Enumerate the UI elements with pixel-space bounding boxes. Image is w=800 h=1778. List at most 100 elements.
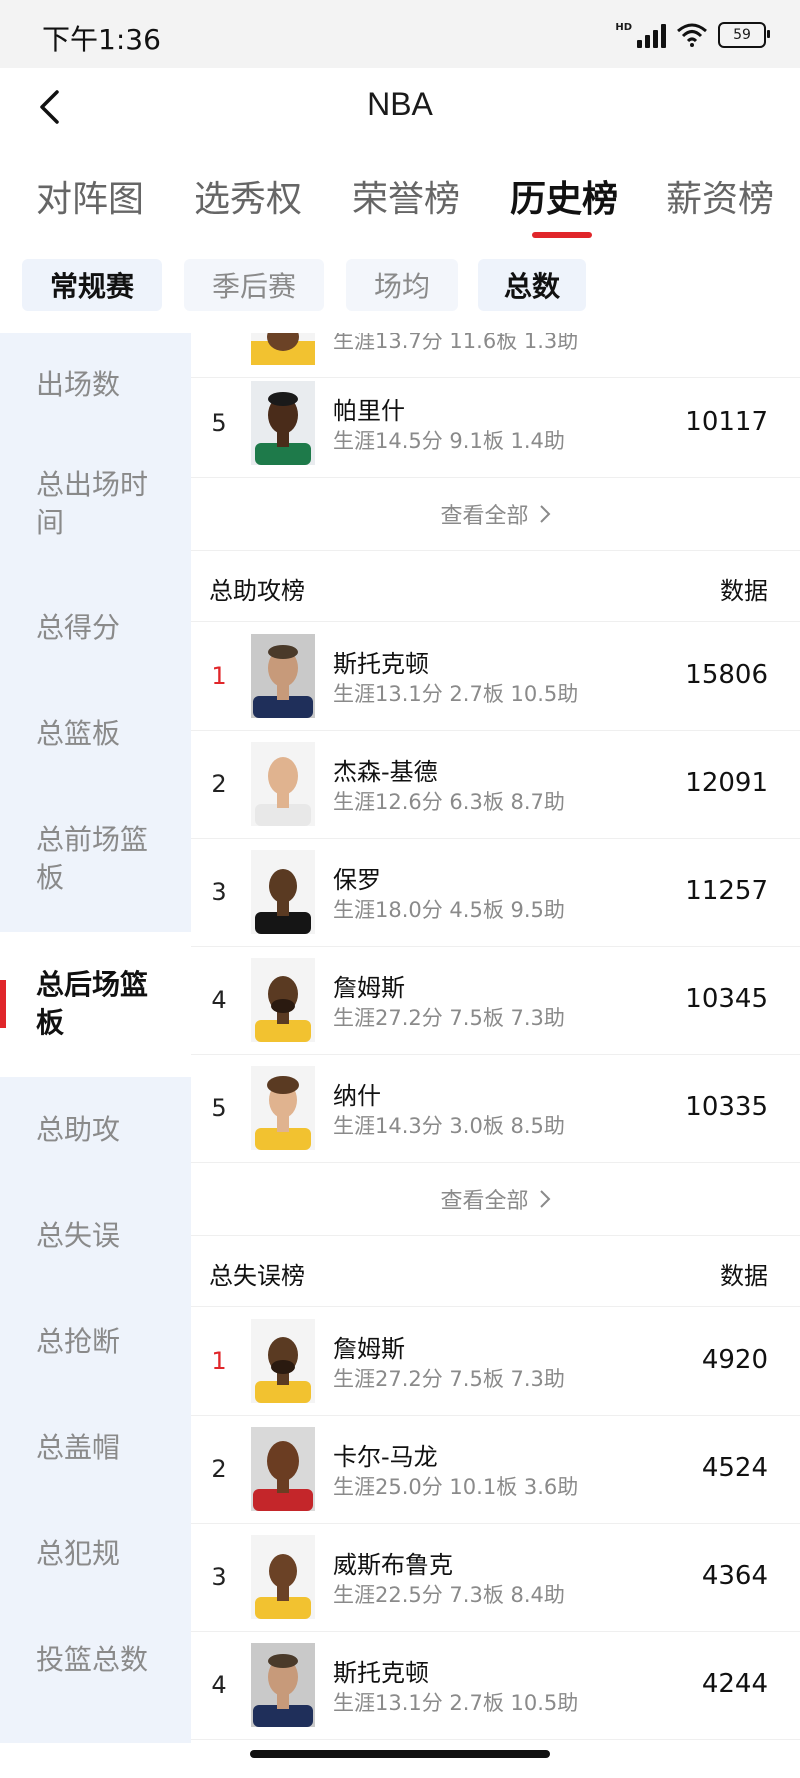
player-career-stats: 生涯22.5分 7.3板 8.4助 (333, 1583, 565, 1607)
player-career-stats: 生涯14.5分 9.1板 1.4助 (333, 429, 565, 453)
sidebar-item-total-fouls[interactable]: 总犯规 (0, 1501, 191, 1607)
home-indicator[interactable] (250, 1750, 550, 1758)
chevron-right-icon (539, 1190, 550, 1208)
table-row[interactable]: 5 帕里什 生涯14.5分 9.1板 1.4助 10117 (191, 369, 800, 478)
player-stat-value: 15806 (685, 660, 768, 690)
battery-icon: 59 (718, 22, 770, 48)
player-avatar (251, 1535, 315, 1619)
sidebar-item-total-blocks[interactable]: 总盖帽 (0, 1395, 191, 1501)
table-row[interactable]: 4 斯托克顿 生涯13.1分 2.7板 10.5助 4244 (191, 1631, 800, 1740)
battery-level: 59 (733, 27, 751, 43)
sidebar-item-label: 总得分 (36, 611, 121, 644)
table-row[interactable]: 1 詹姆斯 生涯27.2分 7.5板 7.3助 4920 (191, 1307, 800, 1416)
player-rank: 4 (211, 986, 227, 1014)
table-row[interactable]: 5 纳什 生涯14.3分 3.0板 8.5助 10335 (191, 1054, 800, 1163)
tab-bracket[interactable]: 对阵图 (36, 170, 144, 222)
sidebar-item-total-assists[interactable]: 总助攻 (0, 1077, 191, 1183)
filter-playoffs[interactable]: 季后赛 (184, 259, 324, 311)
player-avatar (251, 742, 315, 826)
filter-regular-season[interactable]: 常规赛 (22, 259, 162, 311)
sidebar-item-total-minutes[interactable]: 总出场时间 (0, 433, 191, 575)
player-career-stats: 生涯27.2分 7.5板 7.3助 (333, 1367, 565, 1391)
player-name: 杰森-基德 (333, 758, 438, 786)
sidebar-item-total-turnovers[interactable]: 总失误 (0, 1183, 191, 1289)
player-career-stats: 生涯13.7分 11.6板 1.3助 (333, 333, 579, 353)
player-career-stats: 生涯13.1分 2.7板 10.5助 (333, 682, 579, 706)
player-name: 纳什 (333, 1082, 381, 1110)
player-name: 詹姆斯 (333, 1335, 405, 1363)
player-rank: 5 (211, 409, 227, 437)
table-row[interactable]: 2 杰森-基德 生涯12.6分 6.3板 8.7助 12091 (191, 730, 800, 839)
see-all-rebounds-link[interactable]: 查看全部 (191, 478, 800, 551)
sidebar-item-defensive-rebounds[interactable]: 总后场篮板 (0, 932, 191, 1077)
player-stat-value: 4364 (701, 1561, 768, 1591)
player-stat-value: 4244 (701, 1669, 768, 1699)
sidebar-item-label: 出场数 (36, 368, 121, 401)
player-name: 斯托克顿 (333, 1659, 429, 1687)
sidebar-item-total-fga[interactable]: 投篮总数 (0, 1607, 191, 1713)
player-career-stats: 生涯18.0分 4.5板 9.5助 (333, 898, 565, 922)
title-bar: NBA (0, 68, 800, 148)
sidebar-item-total-rebounds[interactable]: 总篮板 (0, 681, 191, 787)
player-stat-value: 12091 (685, 768, 768, 798)
tab-history[interactable]: 历史榜 (510, 170, 618, 222)
player-career-stats: 生涯12.6分 6.3板 8.7助 (333, 790, 565, 814)
main-tabs: 对阵图 选秀权 荣誉榜 历史榜 薪资榜 (0, 150, 800, 242)
player-rank: 5 (211, 1094, 227, 1122)
sidebar-item-total-points[interactable]: 总得分 (0, 575, 191, 681)
player-avatar (251, 381, 315, 465)
sidebar-item-label: 总失误 (36, 1219, 121, 1252)
section-title: 总助攻榜 (209, 577, 305, 605)
sidebar-item-total-steals[interactable]: 总抢断 (0, 1289, 191, 1395)
player-avatar (251, 333, 315, 365)
player-rank: 2 (211, 770, 227, 798)
player-rank: 3 (211, 1563, 227, 1591)
sidebar-item-games-played[interactable]: 出场数 (0, 333, 191, 433)
filter-per-game[interactable]: 场均 (346, 259, 458, 311)
sidebar-item-label: 投篮总数 (36, 1643, 149, 1676)
player-stat-value: 10335 (685, 1092, 768, 1122)
filter-totals[interactable]: 总数 (478, 259, 586, 311)
player-stat-value: 4920 (701, 1345, 768, 1375)
player-stat-value: 4524 (701, 1453, 768, 1483)
tab-draft-picks[interactable]: 选秀权 (194, 170, 302, 222)
table-row[interactable]: 3 威斯布鲁克 生涯22.5分 7.3板 8.4助 4364 (191, 1523, 800, 1632)
see-all-assists-link[interactable]: 查看全部 (191, 1163, 800, 1236)
see-all-label: 查看全部 (440, 1189, 529, 1214)
player-avatar (251, 1066, 315, 1150)
status-bar: 下午1:36 HD 59 (0, 0, 800, 68)
player-career-stats: 生涯13.1分 2.7板 10.5助 (333, 1691, 579, 1715)
see-all-label: 查看全部 (440, 504, 529, 529)
network-type-label: HD (615, 22, 632, 33)
sidebar-item-label: 总盖帽 (36, 1431, 121, 1464)
sidebar-item-label: 总助攻 (36, 1113, 121, 1146)
player-name: 卡尔-马龙 (333, 1443, 438, 1471)
tab-honors[interactable]: 荣誉榜 (352, 170, 460, 222)
sidebar-item-offensive-rebounds[interactable]: 总前场篮板 (0, 787, 191, 932)
player-avatar (251, 1319, 315, 1403)
table-row[interactable]: 1 斯托克顿 生涯13.1分 2.7板 10.5助 15806 (191, 622, 800, 731)
stat-category-sidebar: 出场数 总出场时间 总得分 总篮板 总前场篮板 总后场篮板 总助攻 总失误 总抢… (0, 333, 191, 1743)
player-career-stats: 生涯27.2分 7.5板 7.3助 (333, 1006, 565, 1030)
sidebar-item-label: 总抢断 (36, 1325, 121, 1358)
table-row[interactable]: 3 保罗 生涯18.0分 4.5板 9.5助 11257 (191, 838, 800, 947)
player-name: 帕里什 (333, 397, 405, 425)
leaderboard-content: 生涯13.7分 11.6板 1.3助 5 帕里什 生涯14.5分 9.1板 1.… (191, 333, 800, 1743)
signal-icon: HD (615, 22, 666, 48)
chevron-right-icon (539, 505, 550, 523)
page-title: NBA (367, 86, 433, 122)
sidebar-item-label: 总前场篮板 (36, 823, 149, 894)
player-rank: 1 (211, 1347, 227, 1375)
table-row[interactable]: 2 卡尔-马龙 生涯25.0分 10.1板 3.6助 4524 (191, 1415, 800, 1524)
player-name: 斯托克顿 (333, 650, 429, 678)
player-name: 詹姆斯 (333, 974, 405, 1002)
assists-leaderboard-header: 总助攻榜 数据 (191, 551, 800, 622)
sidebar-item-label: 总出场时间 (36, 468, 149, 539)
player-avatar (251, 634, 315, 718)
table-row[interactable]: 4 詹姆斯 生涯27.2分 7.5板 7.3助 10345 (191, 946, 800, 1055)
player-avatar (251, 1427, 315, 1511)
sidebar-item-label: 总犯规 (36, 1537, 121, 1570)
tab-salary[interactable]: 薪资榜 (666, 170, 774, 222)
status-icons: HD 59 (615, 22, 770, 48)
player-career-stats: 生涯14.3分 3.0板 8.5助 (333, 1114, 565, 1138)
